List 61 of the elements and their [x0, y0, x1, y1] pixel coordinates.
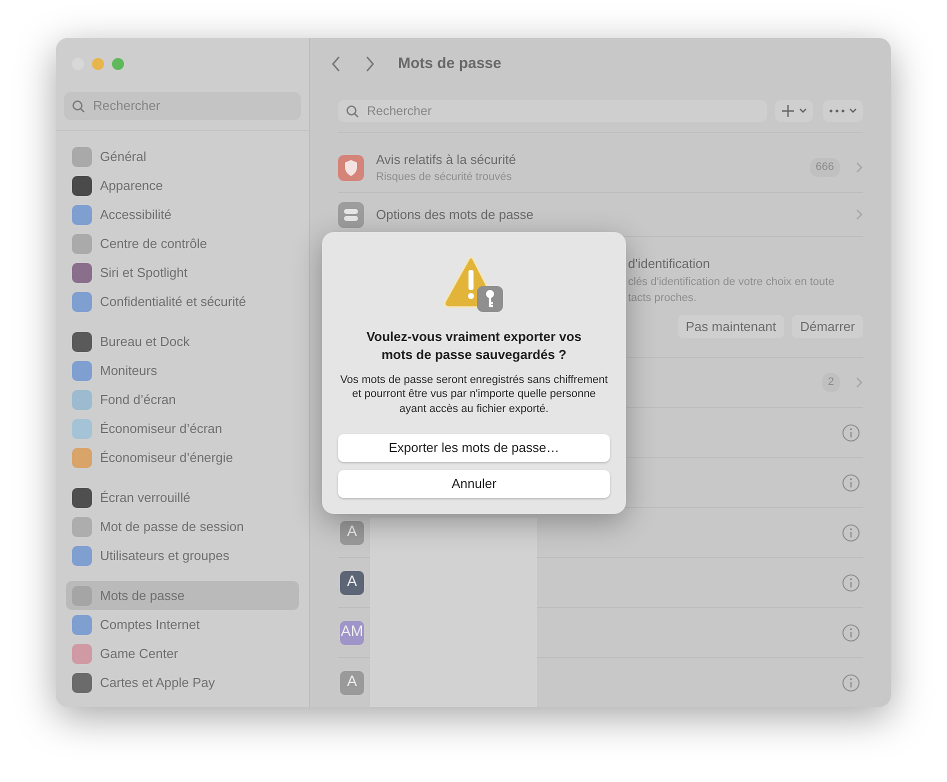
row-title: d'identification	[628, 255, 711, 273]
sidebar-item[interactable]: Confidentialité et sécurité	[66, 287, 299, 316]
sidebar-item[interactable]: Siri et Spotlight	[66, 258, 299, 287]
info-icon[interactable]	[842, 424, 860, 442]
shield-icon	[338, 154, 364, 180]
sidebar-item[interactable]: Apparence	[66, 171, 299, 200]
avatar: A	[340, 670, 364, 694]
minimize-button[interactable]	[92, 58, 104, 70]
avatar: A	[340, 520, 364, 544]
row-subtitle: Risques de sécurité trouvés	[376, 170, 513, 185]
dialog-message: Vos mots de passe seront enregistrés sans chiffrement et pourront être vus par n'importe quelle personne ayant accès au fichier exporté.	[339, 373, 609, 416]
chevron-icon	[856, 377, 863, 388]
export-button[interactable]: Exporter les mots de passe…	[338, 434, 610, 462]
row-title: Options des mots de passe	[376, 206, 535, 224]
search-field[interactable]: Rechercher	[338, 100, 767, 122]
sidebar-item[interactable]: Cartes et Apple Pay	[66, 668, 299, 697]
row-description: tacts proches.	[628, 291, 698, 306]
sidebar-item[interactable]: Centre de contrôle	[66, 229, 299, 258]
caret-icon	[799, 108, 807, 114]
info-icon[interactable]	[842, 574, 860, 592]
cancel-button[interactable]: Annuler	[338, 470, 610, 498]
sidebar-item[interactable]: Écran verrouillé	[66, 483, 299, 512]
sidebar-item[interactable]: Game Center	[66, 639, 299, 668]
sidebar-item[interactable]: Économiseur d’énergie	[66, 443, 299, 472]
warning-icon	[443, 256, 505, 314]
page-title: Mots de passe	[398, 54, 502, 74]
sidebar-item[interactable]: Utilisateurs et groupes	[66, 541, 299, 570]
zoom-button[interactable]	[112, 58, 124, 70]
search-icon	[346, 104, 359, 118]
sidebar-item[interactable]: Économiseur d’écran	[66, 414, 299, 443]
chevron-icon	[856, 162, 863, 173]
sidebar-item[interactable]: Fond d’écran	[66, 385, 299, 414]
add-button[interactable]	[775, 100, 813, 122]
toggles-icon	[338, 202, 364, 228]
plus-icon	[781, 104, 795, 118]
row-description: clés d'identification de votre choix en toute	[628, 274, 836, 290]
search-icon	[72, 100, 85, 112]
caret-icon	[849, 108, 857, 114]
start-button[interactable]: Démarrer	[792, 314, 863, 338]
info-icon[interactable]	[842, 524, 860, 542]
dialog-title: Voulez-vous vraiment exporter vos mots de passe sauvegardés ?	[365, 328, 583, 364]
search-field[interactable]: Rechercher	[64, 92, 301, 120]
sidebar-item[interactable]: Accessibilité	[66, 200, 299, 229]
chevron-icon	[856, 209, 863, 220]
sidebar-item[interactable]: Mots de passe	[66, 581, 299, 610]
avatar: A	[340, 570, 364, 594]
back-icon[interactable]	[330, 55, 342, 73]
info-icon[interactable]	[842, 474, 860, 492]
sidebar-item[interactable]: Comptes Internet	[66, 610, 299, 639]
info-icon[interactable]	[842, 624, 860, 642]
sidebar-item[interactable]: Moniteurs	[66, 356, 299, 385]
sidebar-item[interactable]: Mot de passe de session	[66, 512, 299, 541]
sidebar-item[interactable]: Général	[66, 142, 299, 171]
forward-icon[interactable]	[364, 55, 376, 73]
more-button[interactable]	[823, 100, 863, 122]
row-title: Avis relatifs à la sécurité	[376, 150, 517, 168]
info-icon[interactable]	[842, 674, 860, 692]
sidebar-item[interactable]: Bureau et Dock	[66, 327, 299, 356]
avatar: AM	[340, 620, 364, 644]
ellipsis-icon	[829, 109, 845, 113]
not-now-button[interactable]: Pas maintenant	[678, 314, 784, 338]
